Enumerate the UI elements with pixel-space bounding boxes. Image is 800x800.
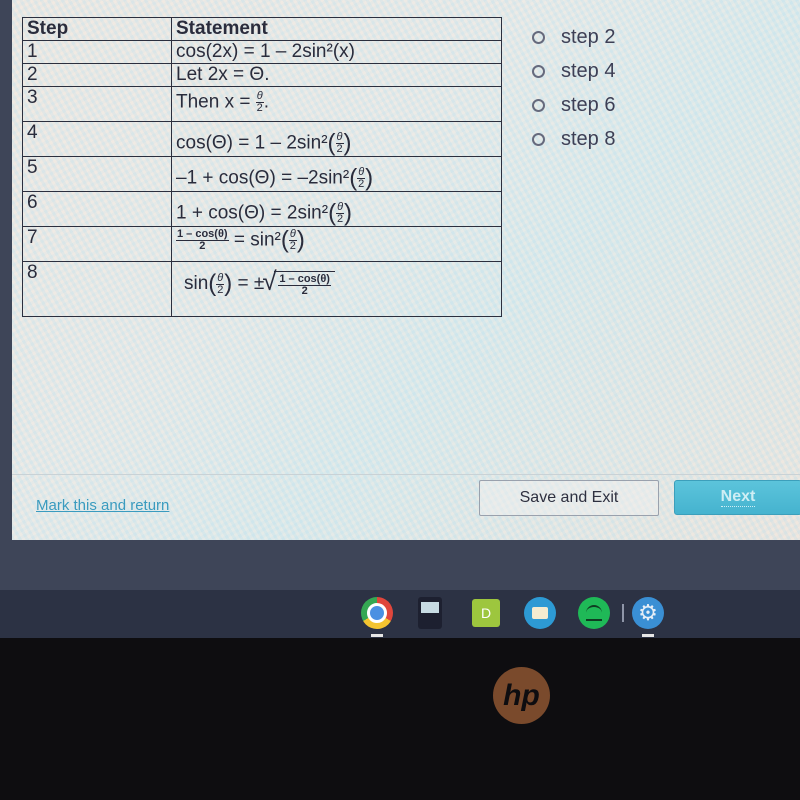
fraction-denominator: 2 xyxy=(336,213,344,225)
next-button[interactable]: Next xyxy=(674,480,800,515)
fraction: θ2 xyxy=(336,202,345,225)
files-icon[interactable] xyxy=(524,597,556,629)
choice-label: step 4 xyxy=(561,59,616,82)
choice-step-6[interactable]: step 6 xyxy=(532,88,615,122)
step-statement: cos(Θ) = 1 – 2sin²(θ 2) xyxy=(171,121,502,157)
next-button-label: Next xyxy=(720,488,756,507)
step-statement: Then x = θ2. xyxy=(171,86,502,122)
radio-button[interactable] xyxy=(532,98,545,112)
fraction-denominator: 2 xyxy=(336,143,343,155)
step-statement: cos(2x) = 1 – 2sin²(x) xyxy=(171,40,502,64)
statement-text: 1 + cos(Θ) = 2sin² xyxy=(176,202,329,224)
table-row: 3 Then x = θ2. xyxy=(22,86,502,122)
fraction-denominator: 2 xyxy=(301,285,308,297)
fraction: θ2 xyxy=(255,91,264,114)
proof-steps-table: Step Statement 1 cos(2x) = 1 – 2sin²(x) … xyxy=(22,17,502,317)
d-app-icon[interactable]: D xyxy=(472,599,500,627)
laptop-screen: Step Statement 1 cos(2x) = 1 – 2sin²(x) … xyxy=(0,0,800,638)
step-number: 4 xyxy=(22,121,172,157)
step-number: 8 xyxy=(22,261,172,317)
settings-icon[interactable]: ⚙ xyxy=(632,597,664,629)
fraction-denominator: 2 xyxy=(358,178,365,190)
table-row: 2 Let 2x = Θ. xyxy=(22,63,502,87)
fraction: 1 – cos(θ)2 xyxy=(278,274,331,297)
choice-step-2[interactable]: step 2 xyxy=(532,20,615,54)
d-app-letter: D xyxy=(480,605,492,621)
statement-text: sin xyxy=(184,273,209,295)
mark-and-return-link[interactable]: Mark this and return xyxy=(36,497,169,514)
fraction: 1 – cos(θ)2 xyxy=(176,229,229,252)
table-row: 5 –1 + cos(Θ) = –2sin²(θ 2) xyxy=(22,156,502,192)
laptop-bezel xyxy=(0,638,800,800)
answer-choices: step 2 step 4 step 6 step 8 xyxy=(532,20,615,156)
column-header-step: Step xyxy=(22,17,172,41)
statement-text: cos(Θ) = 1 – 2sin² xyxy=(176,132,328,154)
choice-step-8[interactable]: step 8 xyxy=(532,122,615,156)
shelf-separator xyxy=(622,604,624,622)
radio-button[interactable] xyxy=(532,132,545,146)
radio-button[interactable] xyxy=(532,64,545,78)
spotify-icon[interactable] xyxy=(578,597,610,629)
step-statement: Let 2x = Θ. xyxy=(171,63,502,87)
step-statement: 1 – cos(θ) 2 = sin²(θ 2) xyxy=(171,226,502,262)
quiz-page: Step Statement 1 cos(2x) = 1 – 2sin²(x) … xyxy=(12,0,800,540)
table-row: 4 cos(Θ) = 1 – 2sin²(θ 2) xyxy=(22,121,502,157)
fraction: θ2 xyxy=(357,167,366,190)
square-root: 1 – cos(θ)2 xyxy=(262,266,335,297)
choice-label: step 8 xyxy=(561,127,616,150)
table-row: 6 1 + cos(Θ) = 2sin²(θ 2) xyxy=(22,191,502,227)
settings-active-indicator xyxy=(642,634,654,637)
step-number: 7 xyxy=(22,226,172,262)
step-statement: 1 + cos(Θ) = 2sin²(θ 2) xyxy=(171,191,502,227)
step-statement: sin(θ2) = ±1 – cos(θ)2 xyxy=(171,261,502,317)
table-row: 8 sin(θ2) = ±1 – cos(θ)2 xyxy=(22,261,502,317)
fraction: θ2 xyxy=(335,132,344,155)
chrome-active-indicator xyxy=(371,634,383,637)
step-number: 3 xyxy=(22,86,172,122)
chromeos-shelf: D ⚙ xyxy=(0,590,800,638)
step-statement: –1 + cos(Θ) = –2sin²(θ 2) xyxy=(171,156,502,192)
choice-label: step 6 xyxy=(561,93,616,116)
fraction-denominator: 2 xyxy=(256,102,263,114)
table-row: 7 1 – cos(θ) 2 = sin²(θ 2) xyxy=(22,226,502,262)
fraction: θ2 xyxy=(288,229,297,252)
table-row: 1 cos(2x) = 1 – 2sin²(x) xyxy=(22,40,502,64)
statement-text: = sin² xyxy=(228,229,281,251)
footer-divider xyxy=(12,474,800,475)
calculator-app-icon[interactable] xyxy=(418,597,442,629)
radio-button[interactable] xyxy=(532,30,545,44)
statement-text: = ± xyxy=(232,273,265,295)
hp-logo: hp xyxy=(493,667,550,724)
choice-label: step 2 xyxy=(561,25,616,48)
chrome-icon[interactable] xyxy=(361,597,393,629)
step-number: 5 xyxy=(22,156,172,192)
step-number: 2 xyxy=(22,63,172,87)
choice-step-4[interactable]: step 4 xyxy=(532,54,615,88)
table-header-row: Step Statement xyxy=(22,17,502,41)
statement-text: Then x = xyxy=(176,91,256,113)
fraction-denominator: 2 xyxy=(289,240,296,252)
save-and-exit-button[interactable]: Save and Exit xyxy=(479,480,659,516)
statement-text: –1 + cos(Θ) = –2sin² xyxy=(176,167,350,189)
fraction-denominator: 2 xyxy=(199,240,206,252)
step-number: 1 xyxy=(22,40,172,64)
step-number: 6 xyxy=(22,191,172,227)
statement-text: . xyxy=(263,91,269,113)
column-header-statement: Statement xyxy=(171,17,502,41)
